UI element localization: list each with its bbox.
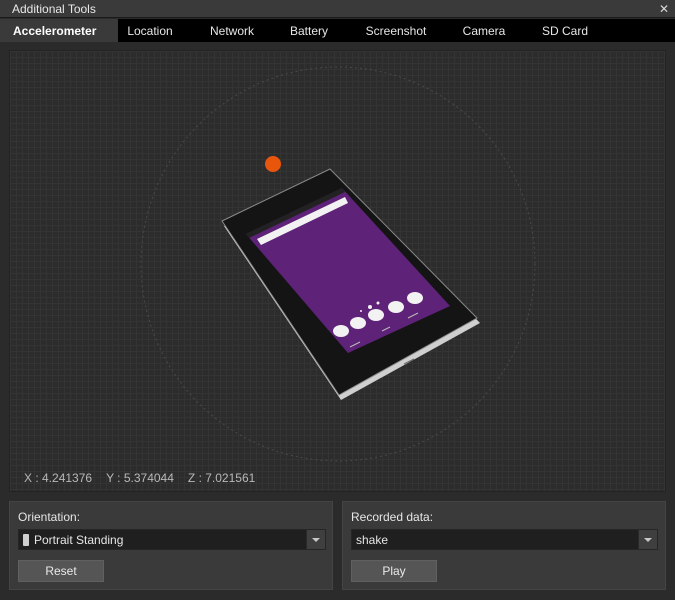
tab-camera[interactable]: Camera (456, 19, 512, 42)
tab-bar: Accelerometer Location Network Battery S… (0, 19, 675, 42)
orientation-indicator-dot (265, 156, 281, 172)
orientation-select-value-wrap: Portrait Standing (19, 533, 306, 547)
orientation-selected: Portrait Standing (34, 532, 124, 547)
chevron-down-icon[interactable] (306, 530, 325, 549)
accelerometer-viewport[interactable]: X : 4.241376 Y : 5.374044 Z : 7.021561 (9, 50, 666, 492)
reset-button[interactable]: Reset (18, 560, 104, 582)
tab-sd-card[interactable]: SD Card (512, 19, 618, 42)
recorded-data-label: Recorded data: (351, 510, 434, 524)
accelerometer-readout: X : 4.241376 Y : 5.374044 Z : 7.021561 (24, 471, 255, 485)
tab-battery[interactable]: Battery (282, 19, 336, 42)
recorded-data-select[interactable]: shake (351, 529, 658, 550)
orientation-panel: Orientation: Portrait Standing Reset (9, 501, 333, 590)
recorded-data-panel: Recorded data: shake Play (342, 501, 666, 590)
recorded-select-value-wrap: shake (352, 533, 638, 547)
tab-network[interactable]: Network (182, 19, 282, 42)
device-model (221, 168, 480, 400)
close-icon[interactable]: ✕ (659, 3, 669, 15)
tab-accelerometer[interactable]: Accelerometer (0, 19, 118, 42)
x-value: X : 4.241376 (24, 471, 93, 485)
y-value: Y : 5.374044 (106, 471, 174, 485)
orientation-label: Orientation: (18, 510, 81, 524)
chevron-down-icon[interactable] (638, 530, 657, 549)
orientation-select[interactable]: Portrait Standing (18, 529, 326, 550)
z-value: Z : 7.021561 (187, 471, 256, 485)
window-titlebar: Additional Tools ✕ (0, 0, 675, 18)
tab-screenshot[interactable]: Screenshot (336, 19, 456, 42)
device-3d-view (140, 66, 536, 462)
phone-icon (23, 533, 29, 546)
play-button[interactable]: Play (351, 560, 437, 582)
tab-location[interactable]: Location (118, 19, 182, 42)
window-title: Additional Tools (12, 1, 96, 16)
recorded-selected: shake (356, 532, 389, 547)
